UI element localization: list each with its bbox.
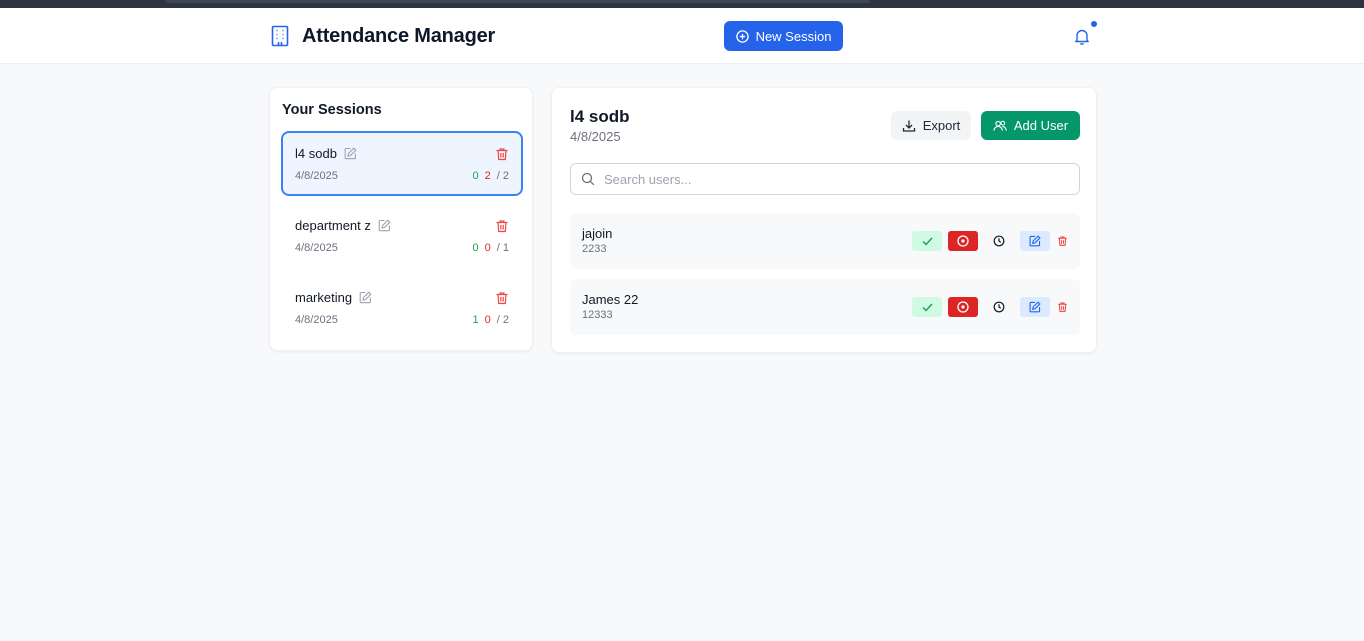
session-name: l4 sodb [295,146,337,161]
user-id: 2233 [582,243,607,255]
edit-user-button[interactable] [1020,231,1050,251]
present-count: 0 [472,242,479,254]
session-item[interactable]: l4 sodb 4/8/2025 0 2 / 2 [281,131,523,196]
bell-icon [1074,28,1090,45]
user-id: 12333 [582,309,613,321]
edit-icon [1029,235,1041,247]
user-row: jajoin 2233 [570,213,1080,269]
session-stats: 1 0 / 2 [473,314,509,326]
session-name-row: department z [295,218,391,233]
mark-present-button[interactable] [912,297,942,317]
new-session-label: New Session [755,28,832,44]
edit-pencil-icon[interactable] [359,291,372,304]
app-title: Attendance Manager [302,24,496,47]
export-label: Export [922,118,961,133]
total-count: / 2 [496,314,509,326]
session-stats: 0 2 / 2 [473,170,509,182]
absent-count: 2 [484,170,491,182]
edit-pencil-icon[interactable] [378,219,391,232]
user-row: James 22 12333 [570,279,1080,335]
clock-icon [993,235,1005,247]
session-name-row: marketing [295,290,372,305]
x-circle-icon [957,235,969,247]
mark-absent-button[interactable] [948,231,978,251]
building-icon [271,25,291,47]
session-date: 4/8/2025 [570,129,621,144]
delete-session-icon[interactable] [495,147,509,161]
session-detail-panel: l4 sodb 4/8/2025 Export Add User jajoin … [551,87,1097,353]
download-icon [902,119,916,133]
check-icon [922,303,933,312]
session-item[interactable]: department z 4/8/2025 0 0 / 1 [281,203,523,268]
present-count: 1 [472,314,479,326]
mark-late-button[interactable] [989,297,1009,317]
trash-icon [1057,235,1068,247]
export-button[interactable]: Export [891,111,971,140]
session-name: department z [295,218,371,233]
search-icon [581,172,595,186]
add-user-label: Add User [1013,118,1069,133]
x-circle-icon [957,301,969,313]
session-name-row: l4 sodb [295,146,357,161]
clock-icon [993,301,1005,313]
add-user-button[interactable]: Add User [981,111,1080,140]
delete-session-icon[interactable] [495,291,509,305]
brand: Attendance Manager [271,23,495,49]
mark-late-button[interactable] [989,231,1009,251]
total-count: / 2 [496,170,509,182]
absent-count: 0 [484,242,491,254]
check-icon [922,237,933,246]
sessions-heading: Your Sessions [282,102,382,118]
user-name: James 22 [582,292,639,307]
app-header: Attendance Manager New Session [0,8,1364,64]
edit-pencil-icon[interactable] [344,147,357,160]
sessions-panel: Your Sessions l4 sodb 4/8/2025 0 2 / 2 d… [269,87,533,351]
search-field[interactable] [570,163,1080,195]
browser-top-strip-inner [166,0,870,3]
mark-absent-button[interactable] [948,297,978,317]
total-count: / 1 [496,242,509,254]
browser-top-strip [0,0,1364,8]
user-name: jajoin [582,226,613,241]
session-item[interactable]: marketing 4/8/2025 1 0 / 2 [281,275,523,340]
trash-icon [1057,301,1068,313]
search-input[interactable] [604,171,1074,187]
edit-icon [1029,301,1041,313]
absent-count: 0 [484,314,491,326]
delete-user-button[interactable] [1055,297,1069,317]
session-date: 4/8/2025 [295,314,338,326]
session-stats: 0 0 / 1 [473,242,509,254]
plus-circle-icon [735,29,749,43]
delete-session-icon[interactable] [495,219,509,233]
session-name: marketing [295,290,353,305]
edit-user-button[interactable] [1020,297,1050,317]
session-date: 4/8/2025 [295,242,338,254]
users-icon [993,119,1007,133]
notification-dot [1091,21,1097,27]
notifications-button[interactable] [1072,21,1097,46]
present-count: 0 [472,170,479,182]
new-session-button[interactable]: New Session [724,21,843,51]
session-title: l4 sodb [570,107,630,126]
mark-present-button[interactable] [912,231,942,251]
session-date: 4/8/2025 [295,170,338,182]
delete-user-button[interactable] [1055,231,1069,251]
